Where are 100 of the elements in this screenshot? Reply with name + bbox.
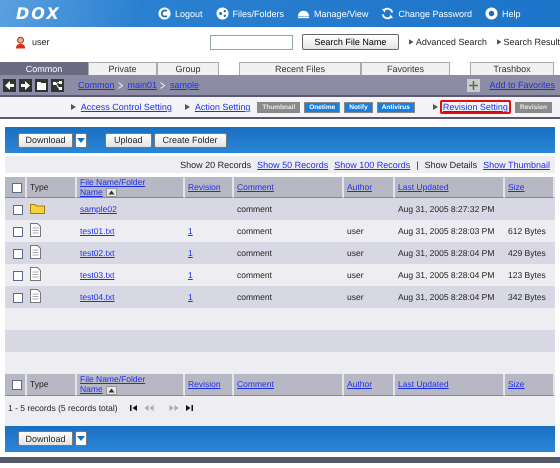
row-checkbox[interactable] [12,204,22,215]
column-header[interactable]: Revision [185,177,234,198]
column-header[interactable]: Revision [185,374,234,396]
tab[interactable]: Trashbox [470,62,554,75]
column-header: Type [27,177,77,198]
user-name: user [32,37,50,47]
chevron-icon [118,82,123,88]
plus-icon [467,78,480,92]
table-cell: user [347,270,364,280]
table-cell: comment [237,226,272,236]
tab[interactable]: Group [157,62,219,75]
select-all-checkbox[interactable] [12,380,22,390]
logout-icon [158,7,171,20]
help-icon [484,7,498,20]
table-cell: 342 Bytes [508,292,546,302]
column-header[interactable]: Author [344,374,395,396]
toolbar-button[interactable]: Create Folder [154,132,227,148]
document-icon [30,267,41,282]
revision-link[interactable]: 1 [188,226,193,236]
navigation-icons[interactable] [3,78,65,92]
search-link[interactable]: Search Result [503,37,560,47]
view-option-link[interactable]: Show 100 Records [334,160,410,170]
view-option-link[interactable]: Show 50 Records [257,160,328,170]
revision-link[interactable]: 1 [188,270,193,280]
tab[interactable]: Private [88,62,157,75]
nav-link[interactable]: Files/Folders [216,7,284,20]
table-cell: user [347,292,364,302]
tab[interactable]: Recent Files [239,62,361,75]
setting-link[interactable]: Revision Setting [440,100,511,114]
setting-link[interactable]: Access Control Setting [78,100,175,114]
separator-text: | [416,160,419,170]
document-icon [30,289,41,304]
table-cell: comment [237,270,272,280]
view-option-text: Show 20 Records [180,160,252,170]
table-cell: Aug 31, 2005 8:28:04 PM [398,248,494,258]
column-header[interactable]: Comment [234,374,344,396]
search-field[interactable] [210,34,293,50]
sort-icon[interactable] [106,188,117,198]
view-option-link[interactable]: Show Thumbnail [483,160,550,170]
file-name-link[interactable]: test04.txt [80,292,114,302]
row-checkbox[interactable] [12,270,22,281]
dropdown-button[interactable] [75,132,87,148]
column-header[interactable]: File Name/Folder Name [77,177,185,198]
nav-link[interactable]: Change Password [381,7,472,20]
caret-icon [77,138,85,142]
select-all-checkbox[interactable] [12,182,22,192]
nodes-icon [216,7,229,20]
toolbar-button[interactable]: Download [18,132,73,148]
table-cell: user [347,226,364,236]
table-cell: user [347,248,364,258]
column-header[interactable]: Last Updated [395,177,505,198]
table-cell: Aug 31, 2005 8:28:04 PM [398,270,494,280]
table-cell: comment [237,204,272,214]
sort-icon[interactable] [106,386,117,394]
nav-link[interactable]: Help [484,7,520,20]
table-cell: comment [237,292,272,302]
column-header[interactable]: Size [505,177,555,198]
setting-link[interactable]: Action Setting [192,100,254,114]
search-link[interactable]: Advanced Search [416,37,487,47]
refresh-icon [381,7,394,20]
toolbar-button[interactable]: Download [18,431,73,446]
file-name-link[interactable]: sample02 [80,204,117,214]
record-count: 1 - 5 records (5 records total) [8,402,118,412]
bullet-icon [409,39,414,45]
tab[interactable]: Common [0,62,88,75]
folder-icon [30,202,45,214]
bullet-icon [432,104,438,110]
row-checkbox[interactable] [12,248,22,259]
table-cell: Aug 31, 2005 8:27:32 PM [398,204,494,214]
file-name-link[interactable]: test02.txt [80,248,114,258]
file-name-link[interactable]: test03.txt [80,270,114,280]
document-icon [30,223,41,238]
row-checkbox[interactable] [12,292,22,303]
dropdown-button[interactable] [75,431,87,446]
column-header[interactable]: Author [344,177,395,198]
column-header[interactable]: File Name/Folder Name [77,374,185,396]
bullet-icon [184,104,190,110]
row-checkbox[interactable] [12,226,22,237]
table-cell: comment [237,248,272,258]
logo: DOX [16,4,62,23]
nav-link[interactable]: Manage/View [297,7,368,20]
nav-link[interactable]: Logout [158,7,203,20]
user-icon [15,36,26,48]
caret-icon [77,436,85,441]
column-header[interactable]: Comment [234,177,344,198]
toolbar-button[interactable]: Upload [105,132,152,148]
column-header: Type [27,374,77,396]
revision-link[interactable]: 1 [188,292,193,302]
revision-link[interactable]: 1 [188,248,193,258]
search-button[interactable]: Search File Name [302,34,400,50]
bullet-icon [70,104,76,110]
column-header[interactable]: Last Updated [395,374,505,396]
table-cell: 429 Bytes [508,248,546,258]
first-page-icon[interactable] [128,404,140,412]
document-icon [30,245,41,260]
column-header[interactable]: Size [505,374,555,396]
file-name-link[interactable]: test01.txt [80,226,114,236]
table-cell: Aug 31, 2005 8:28:03 PM [398,226,494,236]
chevron-icon [160,82,166,88]
tab[interactable]: Favorites [361,62,450,75]
